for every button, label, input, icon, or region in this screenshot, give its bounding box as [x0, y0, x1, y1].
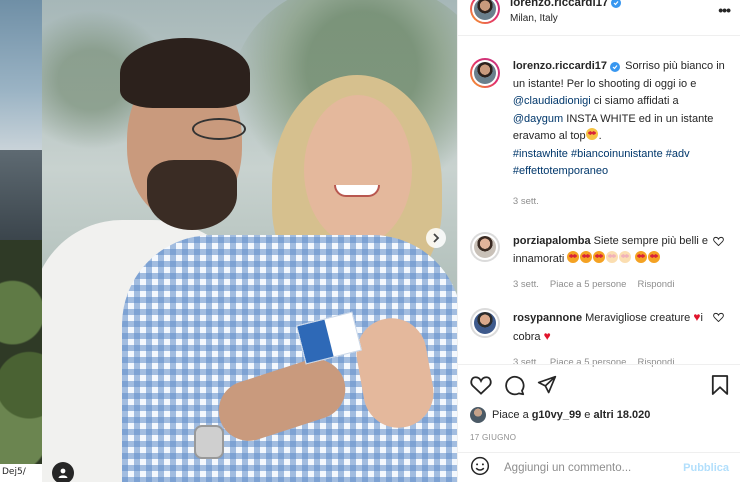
author-name-row: lorenzo.riccardi17 [510, 0, 622, 9]
publish-button[interactable]: Pubblica [683, 462, 729, 474]
smiley-icon [470, 456, 490, 476]
tagged-users-button[interactable] [52, 462, 74, 482]
comment-likes-link[interactable]: Piace a 5 persone [550, 276, 627, 294]
verified-badge-icon [611, 0, 622, 8]
like-button[interactable] [470, 375, 492, 395]
caption-text: lorenzo.riccardi17 Sorriso più bianco in… [513, 58, 726, 210]
post-date[interactable]: 17 GIUGNO [470, 433, 729, 442]
comment-button[interactable] [504, 375, 525, 396]
photo-smile [334, 185, 380, 197]
like-comment-button[interactable] [713, 312, 724, 325]
comment-text: porziapalomba Siete sempre più belli e i… [513, 232, 725, 294]
other-likes-link[interactable]: altri 18.020 [593, 409, 650, 421]
paper-plane-icon [537, 375, 557, 394]
comment-body: Meravigliose creature [582, 312, 694, 324]
heart-eyes-emoji-icon [593, 251, 606, 263]
chevron-right-icon [433, 233, 440, 243]
comment-item: porziapalomba Siete sempre più belli e i… [470, 232, 726, 294]
verified-badge-icon [610, 62, 621, 72]
background-image-building [0, 150, 42, 240]
smiling-face-emoji-icon [585, 128, 598, 140]
bookmark-icon [711, 375, 729, 395]
comment-timestamp[interactable]: 3 sett. [513, 276, 539, 294]
caption-timestamp[interactable]: 3 sett. [513, 193, 726, 211]
caption-username-link[interactable]: lorenzo.riccardi17 [513, 60, 607, 72]
reply-button[interactable]: Rispondi [637, 276, 674, 294]
likes-summary: Piace a g10vy_99 e altri 18.020 [470, 407, 729, 423]
add-comment-bar: Pubblica [458, 452, 740, 482]
heart-outline-icon [713, 236, 724, 247]
mention-link[interactable]: @claudiadionigi [513, 95, 591, 107]
likes-prefix: Piace a [492, 409, 529, 421]
author-username-link[interactable]: lorenzo.riccardi17 [510, 0, 608, 9]
post-photo[interactable] [42, 0, 457, 482]
comment-input[interactable] [504, 461, 674, 474]
heart-eyes-emoji-icon [619, 251, 632, 263]
heart-eyes-emoji-icon [580, 251, 593, 263]
hashtags-link[interactable]: #instawhite #biancoinunistante #adv #eff… [513, 148, 690, 178]
background-image-sky [0, 0, 42, 150]
photo-man-beard [147, 160, 237, 230]
background-page-strip: Dej5/ [0, 0, 42, 482]
photo-watch [194, 425, 224, 459]
background-handle-text: Dej5/ [0, 464, 42, 482]
photo-man-hair [120, 38, 250, 108]
photo-glasses [192, 118, 246, 140]
more-options-button[interactable]: ••• [718, 2, 731, 18]
commenter-avatar[interactable] [470, 308, 500, 338]
share-button[interactable] [537, 375, 557, 395]
comment-item: rosypannone Meravigliose creature ♥i cob… [470, 308, 726, 372]
red-heart-emoji-icon: ♥ [543, 329, 551, 343]
more-horizontal-icon: ••• [718, 2, 731, 18]
post-actions: Piace a g10vy_99 e altri 18.020 17 GIUGN… [458, 364, 740, 442]
user-icon [58, 468, 68, 478]
caption-text-part: ci siamo affidati a [590, 95, 679, 107]
comment-text: rosypannone Meravigliose creature ♥i cob… [513, 308, 725, 372]
liker-avatar[interactable] [470, 407, 486, 423]
mention-link[interactable]: @daygum [513, 113, 563, 125]
next-photo-button[interactable] [426, 228, 446, 248]
commenter-avatar[interactable] [470, 232, 500, 262]
commenter-username-link[interactable]: rosypannone [513, 312, 582, 324]
heart-eyes-emoji-icon [567, 251, 580, 263]
emoji-picker-button[interactable] [470, 456, 490, 479]
heart-outline-icon [470, 376, 492, 395]
liker-username-link[interactable]: g10vy_99 [532, 409, 582, 421]
comments-list: lorenzo.riccardi17 Sorriso più bianco in… [458, 36, 740, 379]
comment-meta: 3 sett. Piace a 5 persone Rispondi [513, 276, 725, 294]
likes-middle: e [581, 409, 594, 421]
background-image-foliage [0, 240, 42, 482]
heart-eyes-emoji-icon [648, 251, 661, 263]
commenter-username-link[interactable]: porziapalomba [513, 235, 591, 247]
post-header: lorenzo.riccardi17 Milan, Italy ••• [458, 0, 740, 36]
heart-outline-icon [713, 312, 724, 323]
author-avatar[interactable] [470, 0, 500, 24]
post-location-link[interactable]: Milan, Italy [510, 13, 621, 24]
photo-woman-face [304, 95, 412, 245]
save-button[interactable] [711, 375, 729, 395]
heart-eyes-emoji-icon [635, 251, 648, 263]
post-caption: lorenzo.riccardi17 Sorriso più bianco in… [470, 58, 726, 210]
action-icons-row [470, 373, 729, 397]
like-comment-button[interactable] [713, 236, 724, 249]
caption-author-avatar[interactable] [470, 58, 500, 88]
heart-eyes-emoji-icon [606, 251, 619, 263]
post-side-panel: lorenzo.riccardi17 Milan, Italy ••• lore… [457, 0, 740, 482]
speech-bubble-icon [505, 375, 525, 395]
